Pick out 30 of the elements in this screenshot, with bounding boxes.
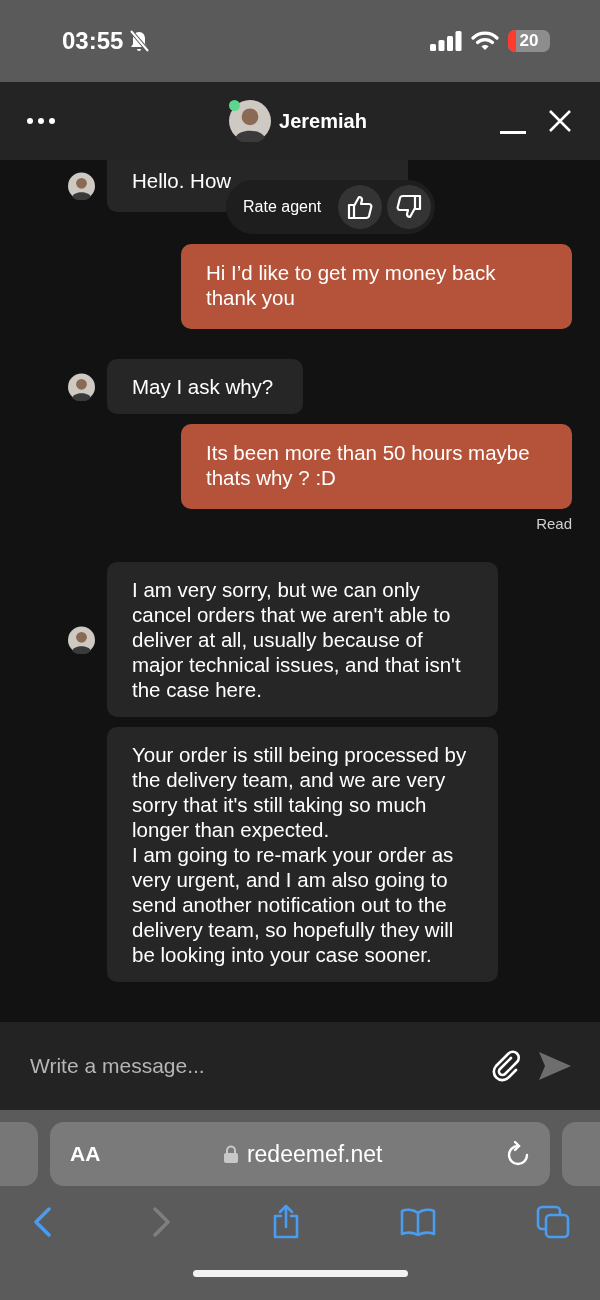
agent-message: May I ask why? [107, 359, 304, 414]
more-button[interactable] [26, 117, 56, 125]
battery-indicator: 20 [508, 30, 550, 52]
clock-time: 03:55 [62, 27, 124, 55]
signal-icon [430, 31, 462, 51]
reload-button[interactable] [506, 1141, 530, 1167]
address-bar[interactable]: AA redeemef.net [50, 1122, 550, 1186]
tabs-button[interactable] [536, 1205, 570, 1239]
close-button[interactable] [548, 109, 572, 133]
wifi-icon [471, 31, 499, 51]
message-input[interactable]: Write a message... [28, 1053, 476, 1079]
text-size-button[interactable]: AA [70, 1142, 101, 1166]
thumbs-up-icon [347, 194, 374, 220]
user-message: Hi I’d like to get my money back thank you [181, 244, 572, 329]
lock-icon [223, 1145, 238, 1163]
share-button[interactable] [272, 1204, 300, 1240]
back-button[interactable] [32, 1207, 52, 1237]
thumbs-up-button[interactable] [338, 185, 383, 229]
bookmarks-button[interactable] [400, 1207, 436, 1237]
user-message: Its been more than 50 hours maybe thats why ? :D [181, 424, 572, 509]
url-text: redeemef.net [246, 1140, 383, 1168]
read-receipt: Read [536, 515, 572, 532]
send-button[interactable] [538, 1051, 572, 1081]
agent-name: Jeremiah [279, 109, 367, 133]
agent-avatar [229, 100, 272, 142]
agent-message: Your order is still being processed by the delivery team, and we are very sorry that it's still taking so much longer than expected. I am going to re-mark your order as very urgent, and I am also going to send another notification out to the delivery team, so hopefully they will be looking into your case sooner. [107, 727, 498, 982]
thumbs-down-button[interactable] [387, 185, 432, 229]
thumbs-down-icon [396, 194, 423, 220]
agent-message: I am very sorry, but we can only cancel orders that we aren't able to deliver at all, usually because of major technical issues, and that isn't the case here. [107, 562, 498, 717]
minimize-icon [500, 130, 526, 134]
